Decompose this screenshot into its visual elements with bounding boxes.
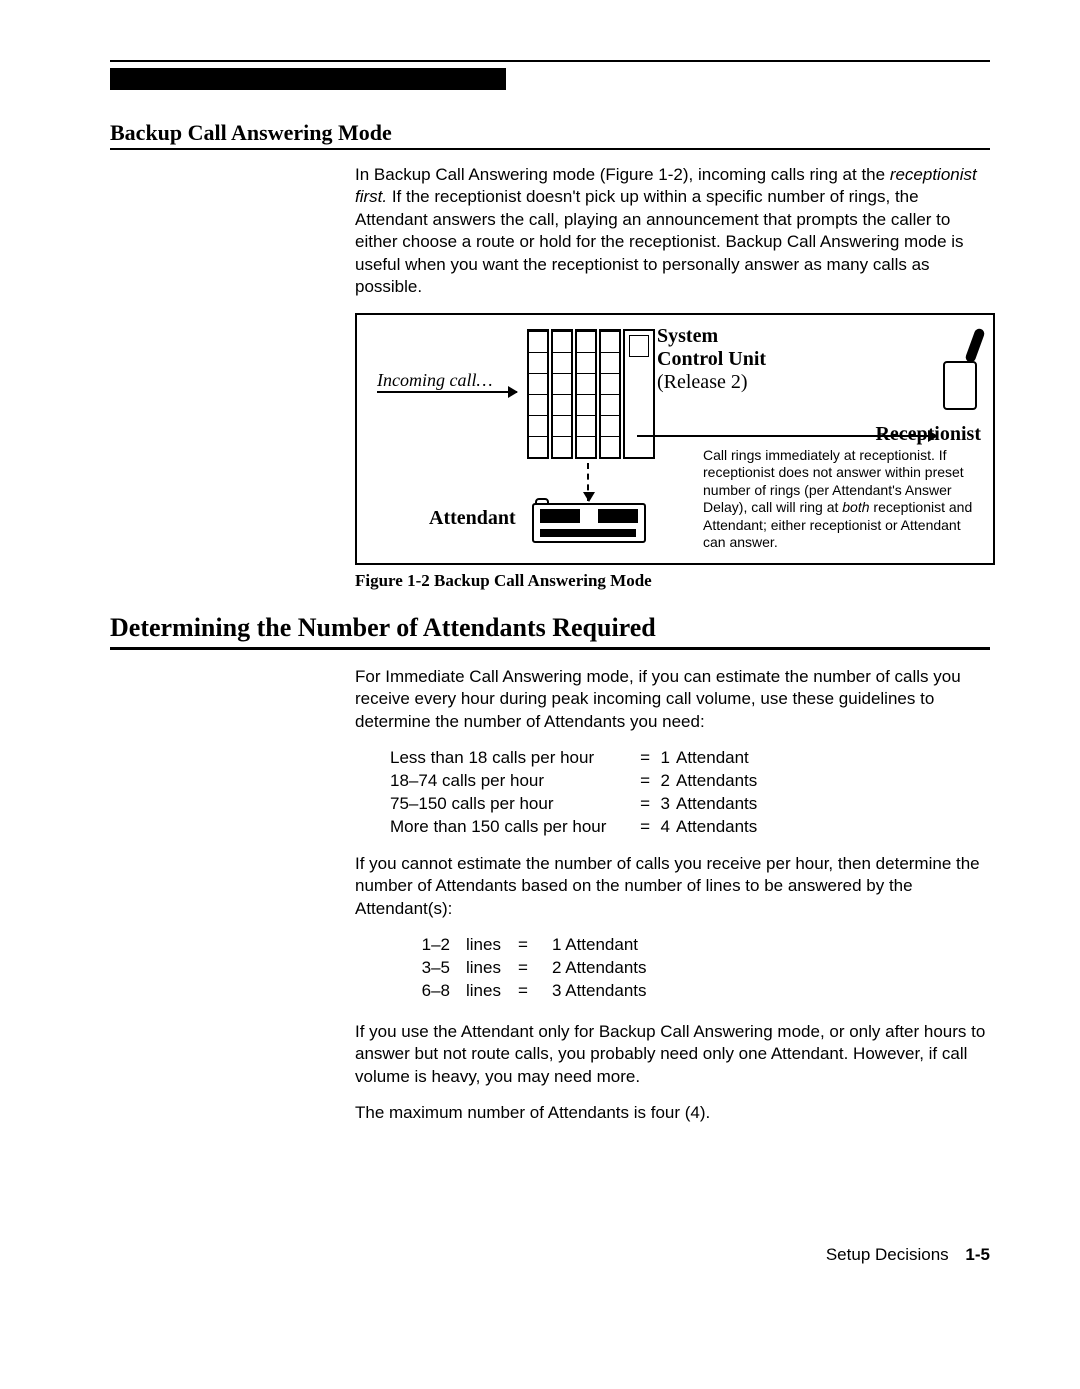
attendant-word: Attendant (676, 747, 749, 770)
attendants: 2 Attendants (552, 957, 647, 980)
lines-word: lines (466, 980, 506, 1003)
range: 1–2 (410, 934, 450, 957)
condition: Less than 18 calls per hour (390, 747, 630, 770)
condition: 75–150 calls per hour (390, 793, 630, 816)
lines-list: 1–2 lines = 1 Attendant 3–5 lines = 2 At… (410, 934, 990, 1003)
para-text-cont: If the receptionist doesn't pick up with… (355, 187, 964, 296)
section-heading-determining: Determining the Number of Attendants Req… (110, 613, 990, 643)
backup-mode-paragraph: In Backup Call Answering mode (Figure 1-… (355, 164, 990, 299)
control-unit-icon (527, 329, 655, 459)
list-item: Less than 18 calls per hour = 1 Attendan… (390, 747, 990, 770)
determining-p4: The maximum number of Attendants is four… (355, 1102, 990, 1124)
lines-word: lines (466, 934, 506, 957)
top-rule (110, 60, 990, 62)
equals: = (518, 980, 534, 1003)
lines-word: lines (466, 957, 506, 980)
figure-1-2: Incoming call… System Control Unit (Rele… (355, 313, 995, 565)
equals: = (518, 957, 534, 980)
attendants: 3 Attendants (552, 980, 647, 1003)
determining-p1: For Immediate Call Answering mode, if yo… (355, 666, 990, 733)
list-item: More than 150 calls per hour = 4 Attenda… (390, 816, 990, 839)
equals: = (518, 934, 534, 957)
attendant-device-icon (532, 503, 646, 543)
footer: Setup Decisions 1-5 (110, 1245, 990, 1265)
attendant-word: Attendants (676, 770, 757, 793)
section-rule-2 (110, 647, 990, 650)
para-text: In Backup Call Answering mode (Figure 1-… (355, 165, 890, 184)
list-item: 3–5 lines = 2 Attendants (410, 957, 990, 980)
list-item: 6–8 lines = 3 Attendants (410, 980, 990, 1003)
determining-p3: If you use the Attendant only for Backup… (355, 1021, 990, 1088)
number: 3 (654, 793, 670, 816)
control-unit-label: Control Unit (657, 348, 766, 371)
receptionist-phone-icon (938, 330, 978, 410)
list-item: 18–74 calls per hour = 2 Attendants (390, 770, 990, 793)
number: 1 (654, 747, 670, 770)
to-attendant-arrow-icon (587, 463, 589, 501)
figure-caption-label: Figure 1-2 Backup Call Answering Mode (355, 571, 990, 591)
incoming-call-label: Incoming call… (377, 370, 492, 391)
condition: 18–74 calls per hour (390, 770, 630, 793)
figure-caption-inside: Call rings immediately at receptionist. … (703, 447, 983, 552)
calls-per-hour-list: Less than 18 calls per hour = 1 Attendan… (390, 747, 990, 839)
determining-p2: If you cannot estimate the number of cal… (355, 853, 990, 920)
receptionist-label: Receptionist (875, 423, 981, 446)
condition: More than 150 calls per hour (390, 816, 630, 839)
attendant-word: Attendants (676, 816, 757, 839)
section-rule (110, 148, 990, 150)
number: 4 (654, 816, 670, 839)
number: 2 (654, 770, 670, 793)
attendants: 1 Attendant (552, 934, 638, 957)
list-item: 1–2 lines = 1 Attendant (410, 934, 990, 957)
footer-page: 1-5 (965, 1245, 990, 1264)
range: 3–5 (410, 957, 450, 980)
header-black-bar (110, 68, 506, 90)
range: 6–8 (410, 980, 450, 1003)
section-heading-backup: Backup Call Answering Mode (110, 120, 990, 146)
list-item: 75–150 calls per hour = 3 Attendants (390, 793, 990, 816)
system-label: System (657, 325, 766, 348)
caption-italic: both (842, 499, 869, 515)
attendant-word: Attendants (676, 793, 757, 816)
footer-section: Setup Decisions (826, 1245, 949, 1264)
incoming-arrow-icon (377, 391, 517, 393)
control-unit-labels: System Control Unit (Release 2) (657, 325, 766, 394)
release-label: (Release 2) (657, 371, 766, 394)
attendant-label: Attendant (429, 507, 516, 530)
